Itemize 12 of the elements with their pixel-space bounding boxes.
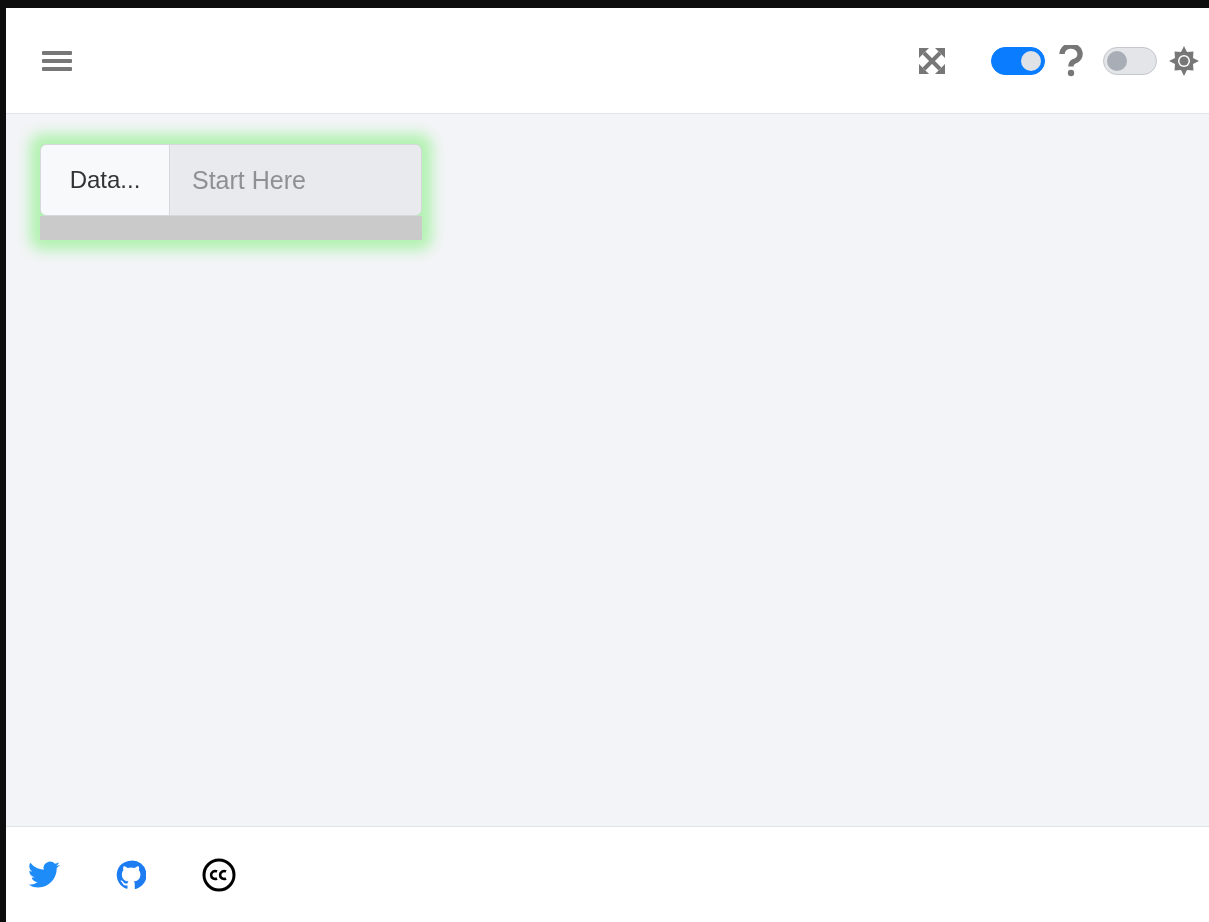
cc-icon bbox=[202, 857, 236, 892]
license-link[interactable] bbox=[202, 857, 236, 892]
bird-icon bbox=[28, 860, 60, 889]
cat-icon bbox=[116, 859, 146, 890]
toggle-switch[interactable] bbox=[1103, 46, 1157, 75]
github-link[interactable] bbox=[116, 859, 146, 890]
menu-icon[interactable] bbox=[42, 48, 72, 73]
twitter-link[interactable] bbox=[28, 860, 60, 889]
help-icon[interactable] bbox=[1059, 44, 1083, 77]
toggle-switch[interactable] bbox=[991, 46, 1045, 75]
sun-icon[interactable] bbox=[1169, 45, 1199, 76]
expand-icon[interactable] bbox=[917, 45, 947, 76]
